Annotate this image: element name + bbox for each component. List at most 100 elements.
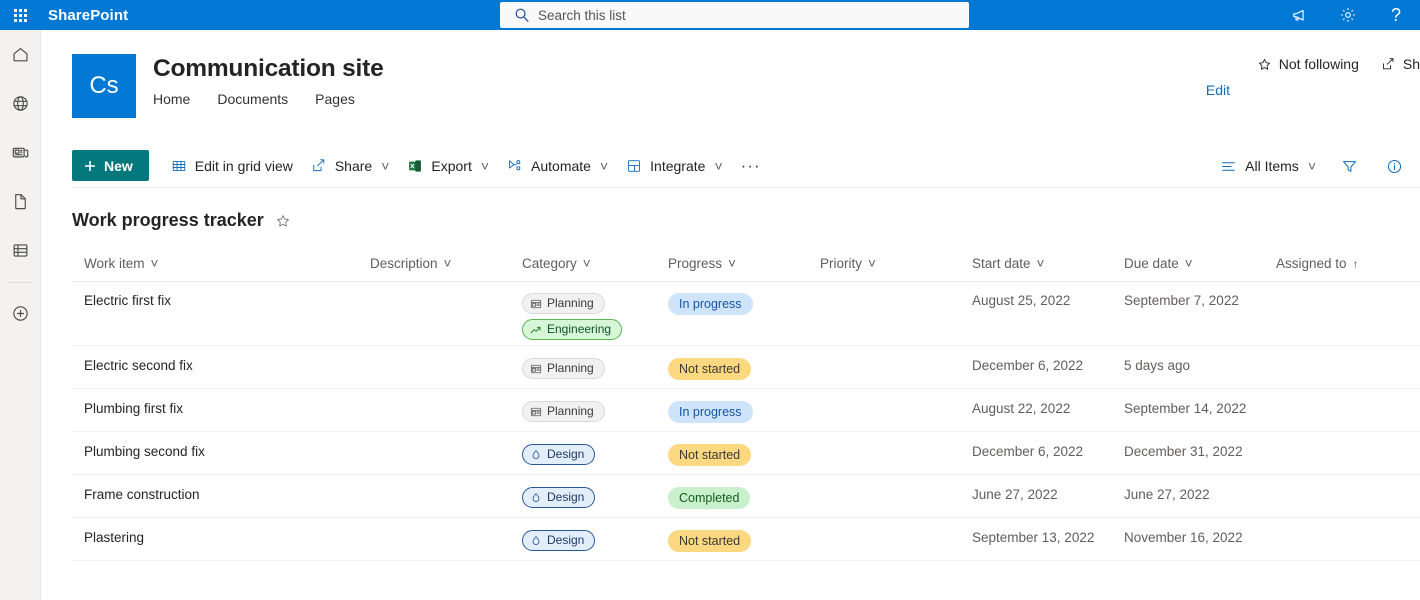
edit-nav-link[interactable]: Edit <box>1206 82 1230 98</box>
cell-due-date[interactable]: September 14, 2022 <box>1124 401 1276 416</box>
edit-in-grid-view-button[interactable]: Edit in grid view <box>162 149 302 183</box>
star-outline-icon[interactable] <box>275 213 291 229</box>
app-launcher-icon[interactable] <box>0 0 40 30</box>
integrate-label: Integrate <box>650 157 706 174</box>
category-tag[interactable]: Design <box>522 530 596 551</box>
megaphone-icon[interactable] <box>1276 0 1324 30</box>
cell-category[interactable]: Design <box>522 444 668 470</box>
column-header-progress[interactable]: Progress ˅ <box>668 256 820 271</box>
cell-category[interactable]: Planning <box>522 358 668 384</box>
column-header-due-date[interactable]: Due date ˅ <box>1124 256 1276 271</box>
cell-category[interactable]: Planning <box>522 401 668 427</box>
plus-icon <box>85 160 95 171</box>
chevron-down-icon: ˅ <box>150 256 159 271</box>
search-input[interactable] <box>500 2 969 28</box>
category-tag[interactable]: Design <box>522 444 596 465</box>
table-row[interactable]: Frame construction Design Completed June 27… <box>72 475 1420 518</box>
cell-progress[interactable]: In progress <box>668 293 820 315</box>
cell-work-item[interactable]: Electric first fix <box>72 293 370 308</box>
cell-work-item[interactable]: Electric second fix <box>72 358 370 373</box>
column-header-description[interactable]: Description ˅ <box>370 256 522 271</box>
not-following-button[interactable]: Not following <box>1257 56 1359 72</box>
category-tag[interactable]: Planning <box>522 358 605 379</box>
planning-icon <box>530 406 542 418</box>
table-row[interactable]: Plumbing second fix Design Not started Dece… <box>72 432 1420 475</box>
chevron-down-icon: ˅ <box>599 157 609 174</box>
gear-icon[interactable] <box>1324 0 1372 30</box>
automate-button[interactable]: Automate ˅ <box>498 149 617 183</box>
column-header-assigned-to[interactable]: Assigned to ↑ <box>1276 256 1396 271</box>
table-row[interactable]: Electric first fix Planning Engineering In … <box>72 282 1420 346</box>
status-badge: Not started <box>668 530 752 552</box>
column-label: Description <box>370 256 438 271</box>
cell-due-date[interactable]: December 31, 2022 <box>1124 444 1276 459</box>
column-header-category[interactable]: Category ˅ <box>522 256 668 271</box>
cell-work-item[interactable]: Frame construction <box>72 487 370 502</box>
rail-lists[interactable] <box>0 226 41 275</box>
cell-due-date[interactable]: November 16, 2022 <box>1124 530 1276 545</box>
export-button[interactable]: Export ˅ <box>398 149 498 183</box>
cell-progress[interactable]: In progress <box>668 401 820 423</box>
site-nav-documents[interactable]: Documents <box>217 91 288 107</box>
design-icon <box>530 449 542 461</box>
category-tag[interactable]: Design <box>522 487 596 508</box>
share-label: Share <box>334 157 373 174</box>
column-header-work-item[interactable]: Work item ˅ <box>72 256 370 271</box>
rail-page[interactable] <box>0 177 41 226</box>
rail-create[interactable] <box>0 289 41 338</box>
category-tag[interactable]: Planning <box>522 401 605 422</box>
search-box[interactable] <box>500 2 969 28</box>
view-selector-button[interactable]: All Items ˅ <box>1211 149 1325 183</box>
column-header-start-date[interactable]: Start date ˅ <box>972 256 1124 271</box>
table-row[interactable]: Plastering Design Not started September 13,… <box>72 518 1420 561</box>
rail-home[interactable] <box>0 30 41 79</box>
cell-progress[interactable]: Not started <box>668 358 820 380</box>
integrate-button[interactable]: Integrate ˅ <box>617 149 731 183</box>
cell-work-item[interactable]: Plumbing second fix <box>72 444 370 459</box>
table-row[interactable]: Plumbing first fix Planning In progress Aug… <box>72 389 1420 432</box>
status-badge: Not started <box>668 358 752 380</box>
main-content: Cs Communication site Home Documents Pag… <box>41 30 1420 600</box>
integrate-icon <box>628 159 641 172</box>
cell-progress[interactable]: Not started <box>668 530 820 552</box>
cell-due-date[interactable]: 5 days ago <box>1124 358 1276 373</box>
column-label: Category <box>522 256 577 271</box>
site-nav-home[interactable]: Home <box>153 91 190 107</box>
column-header-priority[interactable]: Priority ˅ <box>820 256 972 271</box>
chevron-down-icon: ˅ <box>480 157 490 174</box>
info-button[interactable] <box>1374 149 1415 183</box>
cell-start-date[interactable]: September 13, 2022 <box>972 530 1124 545</box>
cell-start-date[interactable]: June 27, 2022 <box>972 487 1124 502</box>
question-mark-icon[interactable]: ? <box>1372 0 1420 30</box>
cell-due-date[interactable]: June 27, 2022 <box>1124 487 1276 502</box>
list-title[interactable]: Work progress tracker <box>72 210 264 231</box>
page-title[interactable]: Communication site <box>153 54 384 84</box>
cell-start-date[interactable]: August 25, 2022 <box>972 293 1124 308</box>
more-commands-button[interactable]: ··· <box>732 149 770 183</box>
cell-work-item[interactable]: Plastering <box>72 530 370 545</box>
cell-progress[interactable]: Not started <box>668 444 820 466</box>
cell-category[interactable]: Planning Engineering <box>522 293 668 345</box>
share-button[interactable]: Share ˅ <box>302 149 399 183</box>
table-row[interactable]: Electric second fix Planning Not started De… <box>72 346 1420 389</box>
cell-work-item[interactable]: Plumbing first fix <box>72 401 370 416</box>
site-logo[interactable]: Cs <box>72 54 136 118</box>
cell-category[interactable]: Design <box>522 530 668 556</box>
category-tag[interactable]: Engineering <box>522 319 623 340</box>
rail-news[interactable] <box>0 128 41 177</box>
suite-actions: ? <box>1276 0 1420 30</box>
new-button[interactable]: New <box>72 150 149 181</box>
command-bar: New Edit in grid view Share ˅ Export ˅ A… <box>72 144 1420 188</box>
cell-start-date[interactable]: December 6, 2022 <box>972 444 1124 459</box>
rail-global[interactable] <box>0 79 41 128</box>
category-tag[interactable]: Planning <box>522 293 605 314</box>
cell-start-date[interactable]: December 6, 2022 <box>972 358 1124 373</box>
share-site-button[interactable]: Sh <box>1381 56 1420 72</box>
cell-category[interactable]: Design <box>522 487 668 513</box>
site-nav-pages[interactable]: Pages <box>315 91 355 107</box>
cell-start-date[interactable]: August 22, 2022 <box>972 401 1124 416</box>
sharepoint-brand[interactable]: SharePoint <box>48 7 128 24</box>
cell-due-date[interactable]: September 7, 2022 <box>1124 293 1276 308</box>
cell-progress[interactable]: Completed <box>668 487 820 509</box>
filter-button[interactable] <box>1329 149 1370 183</box>
